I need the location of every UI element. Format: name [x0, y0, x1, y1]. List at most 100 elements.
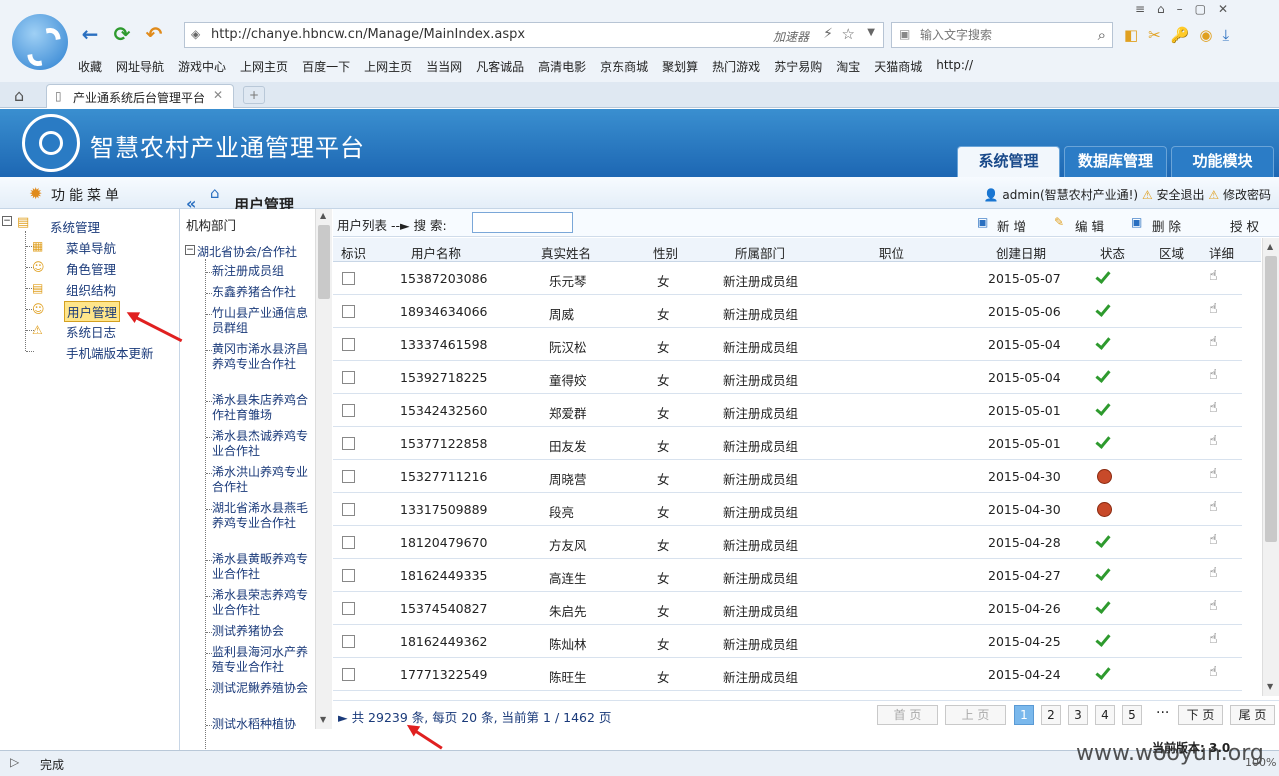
sidebar-item-4[interactable]: 系统日志 — [66, 322, 116, 341]
sidebar-item-3[interactable]: 用户管理 — [64, 301, 121, 322]
table-row[interactable]: 13337461598 阮汉松 女 新注册成员组 2015-05-04 ☝ — [333, 328, 1242, 361]
page-number-button[interactable]: 5 — [1122, 705, 1142, 725]
column-header[interactable]: 所属部门 — [735, 243, 785, 262]
sidebar-item-1[interactable]: 角色管理 — [66, 259, 116, 278]
bookmark-item[interactable]: 热门游戏 — [712, 58, 760, 76]
org-item[interactable]: 竹山县产业通信息员群组 — [212, 306, 310, 336]
row-checkbox[interactable] — [342, 272, 355, 285]
bookmark-item[interactable]: http:// — [936, 58, 973, 76]
detail-hand-icon[interactable]: ☝ — [1209, 598, 1218, 614]
page-number-button[interactable]: 1 — [1014, 705, 1034, 725]
new-tab-button[interactable]: + — [243, 86, 265, 104]
column-header[interactable]: 用户名称 — [411, 243, 461, 262]
search-engine-icon[interactable]: ▣ — [899, 27, 910, 41]
detail-hand-icon[interactable]: ☝ — [1209, 631, 1218, 647]
column-header[interactable]: 标识 — [341, 243, 366, 262]
org-item[interactable]: 东鑫养猪合作社 — [212, 285, 310, 300]
org-item[interactable]: 测试养猪协会 — [212, 624, 310, 639]
table-scrollbar[interactable]: ▲ ▼ — [1262, 238, 1279, 696]
row-checkbox[interactable] — [342, 635, 355, 648]
org-item[interactable]: 测试泥鳅养殖协会 — [212, 681, 310, 696]
download-icon[interactable]: ⤓ — [1223, 26, 1240, 44]
zoom-level[interactable]: 100% — [1245, 756, 1276, 769]
dropdown-icon[interactable]: ▼ — [867, 27, 875, 38]
column-header[interactable]: 性别 — [653, 243, 678, 262]
org-item[interactable]: 湖北省浠水县燕毛养鸡专业合作社 — [212, 501, 310, 531]
tree-toggle-icon[interactable]: − — [2, 216, 12, 226]
row-checkbox[interactable] — [342, 371, 355, 384]
table-row[interactable]: 15387203086 乐元琴 女 新注册成员组 2015-05-07 ☝ — [333, 262, 1242, 295]
browser-tab-active[interactable]: ▯ 产业通系统后台管理平台 ✕ — [46, 84, 234, 108]
org-item[interactable]: 浠水县荣志养鸡专业合作社 — [212, 588, 310, 618]
table-row[interactable]: 15342432560 郑爱群 女 新注册成员组 2015-05-01 ☝ — [333, 394, 1242, 427]
table-row[interactable]: 15392718225 童得姣 女 新注册成员组 2015-05-04 ☝ — [333, 361, 1242, 394]
column-header[interactable]: 状态 — [1100, 243, 1125, 262]
bookmark-item[interactable]: 苏宁易购 — [774, 58, 822, 76]
browser-search-input[interactable] — [920, 26, 1086, 44]
last-page-button[interactable]: 尾 页 — [1230, 705, 1275, 725]
org-scrollbar[interactable]: ▲ ▼ — [315, 209, 332, 729]
column-header[interactable]: 创建日期 — [996, 243, 1046, 262]
table-row[interactable]: 13317509889 段亮 女 新注册成员组 2015-04-30 ☝ — [333, 493, 1242, 526]
table-row[interactable]: 17771322549 陈旺生 女 新注册成员组 2015-04-24 ☝ — [333, 658, 1242, 691]
bookmark-item[interactable]: 聚划算 — [662, 58, 698, 76]
tab-function-modules[interactable]: 功能模块 — [1171, 146, 1274, 177]
table-row[interactable]: 15374540827 朱启先 女 新注册成员组 2015-04-26 ☝ — [333, 592, 1242, 625]
bookmark-item[interactable]: 天猫商城 — [874, 58, 922, 76]
add-button[interactable]: 新 增 — [997, 216, 1026, 235]
table-row[interactable]: 18162449362 陈灿林 女 新注册成员组 2015-04-25 ☝ — [333, 625, 1242, 658]
row-checkbox[interactable] — [342, 305, 355, 318]
table-row[interactable]: 18162449335 高连生 女 新注册成员组 2015-04-27 ☝ — [333, 559, 1242, 592]
tab-system-management[interactable]: 系统管理 — [957, 146, 1060, 177]
bookmark-item[interactable]: 上网主页 — [364, 58, 412, 76]
first-page-button[interactable]: 首 页 — [877, 705, 938, 725]
close-tab-icon[interactable]: ✕ — [213, 88, 223, 102]
org-item[interactable]: 测试水稻种植协 — [212, 717, 310, 732]
page-number-button[interactable]: 3 — [1068, 705, 1088, 725]
home-icon[interactable]: ⌂ — [14, 86, 24, 105]
bookmark-item[interactable]: 百度一下 — [302, 58, 350, 76]
logout-link[interactable]: 安全退出 — [1157, 188, 1205, 202]
authorize-button[interactable]: 授 权 — [1230, 216, 1259, 235]
detail-hand-icon[interactable]: ☝ — [1209, 433, 1218, 449]
accelerator-label[interactable]: 加速器 — [773, 28, 809, 45]
page-number-button[interactable]: 4 — [1095, 705, 1115, 725]
sidebar-root[interactable]: 系统管理 — [50, 217, 100, 236]
detail-hand-icon[interactable]: ☝ — [1209, 532, 1218, 548]
detail-hand-icon[interactable]: ☝ — [1209, 664, 1218, 680]
row-checkbox[interactable] — [342, 404, 355, 417]
org-item[interactable]: 浠水县杰诚养鸡专业合作社 — [212, 429, 310, 459]
detail-hand-icon[interactable]: ☝ — [1209, 301, 1218, 317]
org-item[interactable]: 浠水县朱店养鸡合作社育雏场 — [212, 393, 310, 423]
bookmark-item[interactable]: 当当网 — [426, 58, 462, 76]
tree-toggle-icon[interactable]: − — [185, 245, 195, 255]
detail-hand-icon[interactable]: ☝ — [1209, 466, 1218, 482]
bookmark-item[interactable]: 淘宝 — [836, 58, 860, 76]
column-header[interactable]: 真实姓名 — [541, 243, 591, 262]
prev-page-button[interactable]: 上 页 — [945, 705, 1006, 725]
table-row[interactable]: 18120479670 方友风 女 新注册成员组 2015-04-28 ☝ — [333, 526, 1242, 559]
row-checkbox[interactable] — [342, 470, 355, 483]
table-row[interactable]: 18934634066 周威 女 新注册成员组 2015-05-06 ☝ — [333, 295, 1242, 328]
row-checkbox[interactable] — [342, 569, 355, 582]
back-icon[interactable]: ← — [78, 22, 102, 46]
refresh-icon[interactable]: ⟳ — [110, 22, 134, 46]
browser-logo-icon[interactable] — [12, 14, 68, 70]
delete-button[interactable]: 删 除 — [1152, 216, 1181, 235]
column-header[interactable]: 区域 — [1159, 243, 1184, 262]
detail-hand-icon[interactable]: ☝ — [1209, 499, 1218, 515]
user-search-input[interactable] — [472, 212, 573, 233]
detail-hand-icon[interactable]: ☝ — [1209, 334, 1218, 350]
bookmark-item[interactable]: 京东商城 — [600, 58, 648, 76]
detail-hand-icon[interactable]: ☝ — [1209, 565, 1218, 581]
org-item[interactable]: 监利县海河水产养殖专业合作社 — [212, 645, 310, 675]
bookmark-item[interactable]: 高清电影 — [538, 58, 586, 76]
next-page-button[interactable]: 下 页 — [1178, 705, 1223, 725]
tab-database-management[interactable]: 数据库管理 — [1064, 146, 1167, 177]
bookmark-item[interactable]: 凡客诚品 — [476, 58, 524, 76]
row-checkbox[interactable] — [342, 503, 355, 516]
row-checkbox[interactable] — [342, 338, 355, 351]
row-checkbox[interactable] — [342, 668, 355, 681]
detail-hand-icon[interactable]: ☝ — [1209, 367, 1218, 383]
detail-hand-icon[interactable]: ☝ — [1209, 400, 1218, 416]
